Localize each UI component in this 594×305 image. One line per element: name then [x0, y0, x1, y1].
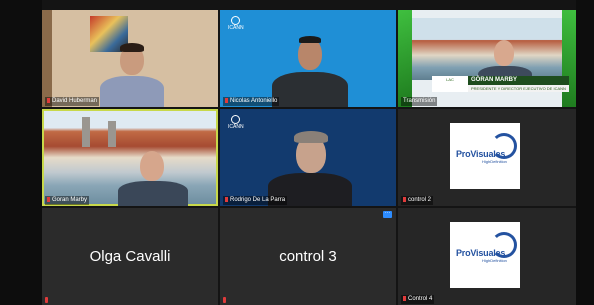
participant-name: Rodrigo De La Parra — [223, 195, 288, 205]
mic-muted-icon — [225, 97, 228, 103]
banner-title: GÖRAN MARBY — [468, 76, 569, 85]
participant-body — [272, 72, 348, 107]
mic-muted-icon — [45, 297, 48, 303]
icann-logo: ICANN — [228, 16, 244, 31]
video-tile-goran-marby[interactable]: Goran Marby — [42, 109, 218, 206]
video-tile-rodrigo-de-la-parra[interactable]: ICANN Rodrigo De La Parra — [220, 109, 396, 206]
participant-hair — [294, 131, 328, 143]
bookshelf — [42, 10, 52, 107]
church-tower — [108, 121, 116, 147]
logo-swoosh-icon — [491, 232, 517, 258]
mic-muted-icon — [47, 196, 50, 202]
left-margin — [0, 0, 42, 305]
video-tile-olga-cavalli[interactable]: Olga Cavalli — [42, 208, 218, 305]
video-tile-nicolas-antoniello[interactable]: ICANN Nicolas Antoniello — [220, 10, 396, 107]
participant-hair — [299, 36, 321, 43]
lower-third-banner: LAC GÖRAN MARBY PRESIDENTE Y DIRECTOR EJ… — [432, 76, 572, 98]
participant-body — [100, 76, 164, 107]
provisuales-logo: ProVisuales HighDefinition — [450, 222, 520, 288]
green-accent — [398, 10, 412, 107]
participant-name: control 2 — [401, 195, 434, 205]
right-margin — [576, 0, 594, 305]
participant-hair — [120, 43, 144, 52]
participant-display-name: Olga Cavalli — [89, 248, 171, 265]
mic-muted-icon — [223, 297, 226, 303]
banner-subtitle: PRESIDENTE Y DIRECTOR EJECUTIVO DE ICANN — [468, 85, 569, 92]
video-tile-control-4[interactable]: ProVisuales HighDefinition Control 4 — [398, 208, 576, 305]
globe-icon — [231, 115, 241, 124]
church-tower — [82, 117, 90, 147]
participant-name: Transmisión — [401, 97, 438, 106]
video-tile-transmision[interactable]: LAC GÖRAN MARBY PRESIDENTE Y DIRECTOR EJ… — [398, 10, 576, 107]
provisuales-logo: ProVisuales HighDefinition — [450, 123, 520, 189]
mic-muted-icon — [47, 97, 50, 103]
participant-head — [494, 40, 514, 66]
gallery-view: David Huberman ICANN Nicolas Antoniello … — [42, 10, 576, 305]
mic-muted-icon — [403, 295, 406, 301]
globe-icon — [231, 16, 241, 25]
participant-display-name: control 3 — [279, 248, 337, 265]
participant-name: David Huberman — [45, 96, 100, 106]
participant-body — [118, 181, 188, 206]
participant-head — [140, 151, 164, 181]
video-tile-control-2[interactable]: ProVisuales HighDefinition control 2 — [398, 109, 576, 206]
video-tile-control-3[interactable]: ··· control 3 — [220, 208, 396, 305]
logo-swoosh-icon — [491, 133, 517, 159]
mic-muted-icon — [403, 196, 406, 202]
participant-name: Goran Marby — [45, 195, 90, 205]
participant-name: Control 4 — [401, 294, 435, 304]
participant-name: Nicolas Antoniello — [223, 96, 280, 106]
event-logo: LAC — [432, 76, 468, 92]
video-tile-david-huberman[interactable]: David Huberman — [42, 10, 218, 107]
icann-logo: ICANN — [228, 115, 244, 130]
mic-muted-icon — [225, 196, 228, 202]
